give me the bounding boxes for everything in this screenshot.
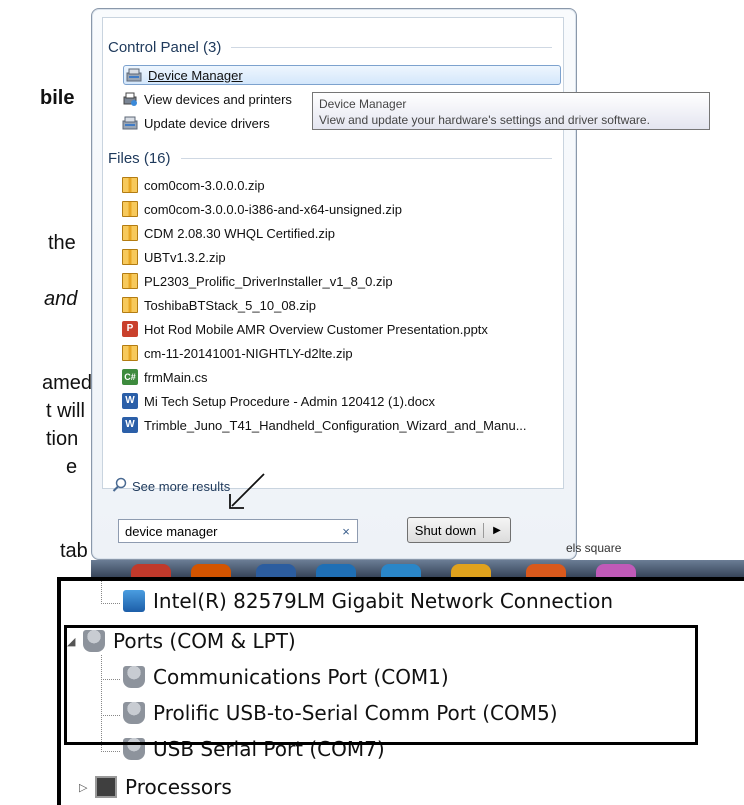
doc-text-fragment: tab — [60, 540, 88, 562]
start-menu: Control Panel (3) Device Manager View de… — [91, 8, 577, 560]
zip-icon — [122, 177, 138, 193]
doc-text-fragment: els square — [566, 541, 622, 555]
control-panel-header[interactable]: Control Panel (3) — [108, 37, 552, 57]
file-result-item[interactable]: C# frmMain.cs — [122, 367, 562, 387]
zip-icon — [122, 273, 138, 289]
shutdown-options-arrow-icon[interactable]: ▶ — [484, 525, 510, 536]
doc-text-fragment: amed — [42, 372, 93, 394]
doc-text-fragment: the — [48, 232, 76, 254]
zip-icon — [122, 225, 138, 241]
divider — [231, 46, 552, 48]
tooltip-title: Device Manager — [319, 97, 407, 111]
file-result-label: cm-11-20141001-NIGHTLY-d2lte.zip — [144, 345, 353, 361]
processor-icon — [95, 776, 117, 798]
zip-icon — [122, 201, 138, 217]
ppt-icon: P — [122, 321, 138, 337]
clear-search-icon[interactable]: × — [335, 524, 357, 539]
tree-category-processors[interactable]: ▷ Processors — [79, 775, 232, 799]
annotation-arrow-icon — [229, 473, 265, 509]
device-manager-tooltip: Device Manager View and update your hard… — [312, 92, 710, 130]
doc-text-fragment: bile — [40, 87, 75, 109]
doc-text-fragment: t will — [46, 400, 85, 422]
cs-icon: C# — [122, 369, 138, 385]
file-result-label: PL2303_Prolific_DriverInstaller_v1_8_0.z… — [144, 273, 393, 289]
files-header[interactable]: Files (16) — [108, 148, 552, 168]
doc-icon: W — [122, 417, 138, 433]
printer-icon — [122, 91, 138, 107]
zip-icon — [122, 345, 138, 361]
start-search-input[interactable]: device manager × — [118, 519, 358, 543]
file-result-item[interactable]: com0com-3.0.0.0.zip — [122, 175, 562, 195]
result-label: Device Manager — [148, 67, 243, 83]
file-result-label: Mi Tech Setup Procedure - Admin 120412 (… — [144, 393, 435, 409]
file-result-item[interactable]: com0com-3.0.0.0-i386-and-x64-unsigned.zi… — [122, 199, 562, 219]
device-manager-icon — [126, 67, 142, 83]
file-result-item[interactable]: PL2303_Prolific_DriverInstaller_v1_8_0.z… — [122, 271, 562, 291]
search-value: device manager — [125, 523, 218, 539]
doc-text-fragment: tion — [46, 428, 79, 450]
device-manager-icon — [122, 115, 138, 131]
file-result-label: UBTv1.3.2.zip — [144, 249, 226, 265]
tree-connector — [101, 581, 120, 604]
file-result-item[interactable]: CDM 2.08.30 WHQL Certified.zip — [122, 223, 562, 243]
doc-icon: W — [122, 393, 138, 409]
see-more-results-link[interactable]: See more results — [112, 477, 230, 496]
file-result-label: Trimble_Juno_T41_Handheld_Configuration_… — [144, 417, 527, 433]
result-label: View devices and printers — [144, 91, 292, 107]
shutdown-label: Shut down — [408, 522, 484, 538]
divider — [180, 157, 552, 159]
tooltip-description: View and update your hardware's settings… — [319, 113, 650, 127]
doc-text-fragment: e — [66, 456, 78, 478]
tree-item-network-adapter[interactable]: Intel(R) 82579LM Gigabit Network Connect… — [123, 589, 613, 613]
file-result-label: Hot Rod Mobile AMR Overview Customer Pre… — [144, 321, 488, 337]
zip-icon — [122, 297, 138, 313]
section-title: Files (16) — [108, 149, 171, 167]
expand-arrow-icon[interactable]: ▷ — [79, 781, 91, 794]
zip-icon — [122, 249, 138, 265]
file-result-item[interactable]: ToshibaBTStack_5_10_08.zip — [122, 295, 562, 315]
file-result-label: com0com-3.0.0.0.zip — [144, 177, 265, 193]
file-result-label: ToshibaBTStack_5_10_08.zip — [144, 297, 317, 313]
file-result-item[interactable]: W Trimble_Juno_T41_Handheld_Configuration… — [122, 415, 562, 435]
file-result-item[interactable]: cm-11-20141001-NIGHTLY-d2lte.zip — [122, 343, 562, 363]
result-device-manager[interactable]: Device Manager — [123, 65, 561, 85]
file-result-label: frmMain.cs — [144, 369, 208, 385]
ports-highlight-box — [64, 625, 698, 745]
search-icon — [112, 477, 128, 496]
file-result-item[interactable]: P Hot Rod Mobile AMR Overview Customer Pr… — [122, 319, 562, 339]
doc-text-fragment: and — [44, 288, 78, 310]
network-adapter-icon — [123, 590, 145, 612]
section-title: Control Panel (3) — [108, 38, 222, 56]
tree-category-label: Processors — [125, 775, 232, 799]
see-more-label: See more results — [132, 479, 231, 494]
result-label: Update device drivers — [144, 115, 270, 131]
shutdown-button[interactable]: Shut down ▶ — [407, 517, 511, 543]
file-result-item[interactable]: UBTv1.3.2.zip — [122, 247, 562, 267]
file-result-label: com0com-3.0.0.0-i386-and-x64-unsigned.zi… — [144, 201, 402, 217]
file-result-item[interactable]: W Mi Tech Setup Procedure - Admin 120412 … — [122, 391, 562, 411]
tree-item-label: Intel(R) 82579LM Gigabit Network Connect… — [153, 589, 613, 613]
file-result-label: CDM 2.08.30 WHQL Certified.zip — [144, 225, 335, 241]
